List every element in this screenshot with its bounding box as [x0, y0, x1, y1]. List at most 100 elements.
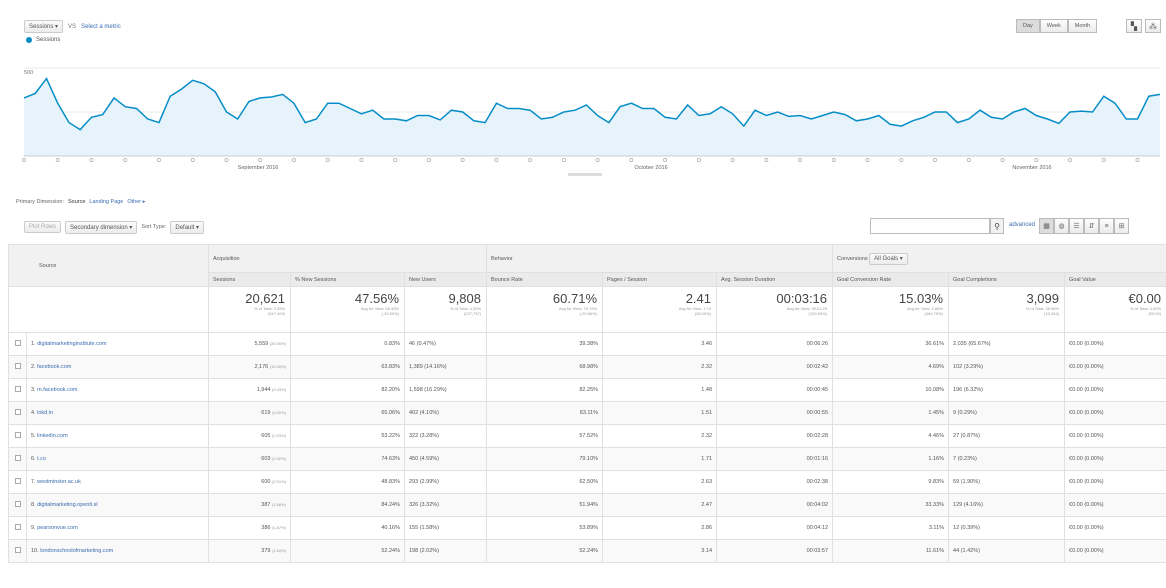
pie-view-icon[interactable]: ◍ [1054, 218, 1069, 234]
annotation-marker[interactable] [798, 158, 803, 162]
annotation-marker[interactable] [595, 158, 600, 162]
table-row[interactable]: 8. digitalmarketing.openlt.sl 387 (1.88%)… [8, 493, 1166, 517]
header-sessions[interactable]: Sessions [208, 272, 291, 287]
annotation-marker[interactable] [224, 158, 229, 162]
table-search-input[interactable] [870, 218, 990, 234]
table-row[interactable]: 6. t.co 603 (2.92%) 74.63% 450 (4.59%) 79.10… [8, 447, 1166, 471]
motion-chart-icon[interactable]: ⁂ [1145, 19, 1161, 33]
annotation-marker[interactable] [966, 158, 971, 162]
data-view-icon[interactable]: ▦ [1039, 218, 1054, 234]
row-checkbox[interactable] [14, 432, 21, 438]
annotation-marker[interactable] [157, 158, 161, 162]
table-row[interactable]: 3. m.facebook.com 1,944 (9.43%) 82.20% 1,59… [8, 378, 1166, 402]
annotation-marker[interactable] [528, 158, 533, 162]
secondary-dimension-dropdown[interactable]: Secondary dimension ▾ [65, 220, 138, 234]
source-link[interactable]: londonschoolofmarketing.com [40, 548, 113, 554]
annotation-marker[interactable] [561, 158, 566, 162]
term-cloud-icon[interactable]: ≡ [1099, 218, 1114, 234]
header-pages-session[interactable]: Pages / Session [602, 272, 718, 287]
sessions-cell: 619 (3.00%) [208, 401, 291, 425]
period-week-button[interactable]: Week [1039, 19, 1068, 33]
table-row[interactable]: 7. westminster.ac.uk 600 (2.91%) 48.83% 293… [8, 470, 1166, 494]
source-link[interactable]: facebook.com [37, 364, 71, 370]
row-checkbox[interactable] [14, 386, 21, 392]
source-link[interactable]: digitalmarketinginstitute.com [37, 341, 106, 347]
header-new-users[interactable]: New Users [403, 272, 488, 287]
pivot-view-icon[interactable]: ⊞ [1114, 218, 1129, 234]
source-link[interactable]: t.co [37, 456, 46, 462]
row-checkbox[interactable] [14, 340, 21, 346]
annotation-marker[interactable] [1068, 158, 1072, 162]
annotation-marker[interactable] [55, 158, 60, 162]
annotation-marker[interactable] [663, 158, 668, 162]
annotation-marker[interactable] [696, 158, 701, 162]
source-link[interactable]: linkedin.com [37, 433, 68, 439]
dimension-landing-page[interactable]: Landing Page [89, 199, 123, 205]
period-month-button[interactable]: Month [1067, 19, 1098, 33]
annotation-marker[interactable] [1135, 158, 1140, 162]
row-checkbox[interactable] [14, 409, 21, 415]
header-goal-conv-rate[interactable]: Goal Conversion Rate [832, 272, 950, 287]
table-row[interactable]: 2. facebook.com 2,176 (10.55%) 63.83% 1,389… [8, 355, 1166, 379]
row-checkbox[interactable] [14, 524, 21, 530]
source-link[interactable]: digitalmarketing.openlt.sl [37, 502, 98, 508]
annotation-marker[interactable] [1034, 158, 1039, 162]
row-checkbox[interactable] [14, 455, 21, 461]
table-row[interactable]: 4. lnkd.in 619 (3.00%) 65.06% 402 (4.10%) 83… [8, 401, 1166, 425]
source-link[interactable]: lnkd.in [37, 410, 53, 416]
source-link[interactable]: pearsonvue.com [37, 525, 78, 531]
table-row[interactable]: 9. pearsonvue.com 386 (1.87%) 40.16% 155 (1… [8, 516, 1166, 540]
goal-selector[interactable]: All Goals ▾ [869, 253, 908, 265]
select-metric-link[interactable]: Select a metric [81, 24, 121, 30]
advanced-filter-link[interactable]: advanced [1009, 222, 1035, 228]
line-chart-icon[interactable]: ▚ [1126, 19, 1142, 33]
annotation-marker[interactable] [629, 158, 634, 162]
table-row[interactable]: 5. linkedin.com 605 (2.93%) 53.22% 322 (3.2… [8, 424, 1166, 448]
annotation-marker[interactable] [899, 158, 904, 162]
annotation-marker[interactable] [359, 158, 364, 162]
annotation-marker[interactable] [22, 158, 26, 162]
annotation-marker[interactable] [764, 158, 769, 162]
pages-session-cell: 1.48 [602, 378, 718, 402]
source-link[interactable]: m.facebook.com [37, 387, 77, 393]
annotation-marker[interactable] [933, 158, 937, 162]
performance-view-icon[interactable]: ☰ [1069, 218, 1084, 234]
comparison-view-icon[interactable]: ⇵ [1084, 218, 1099, 234]
plot-rows-button[interactable]: Plot Rows [24, 221, 62, 233]
annotation-marker[interactable] [426, 158, 431, 162]
annotation-marker[interactable] [831, 158, 836, 162]
row-checkbox[interactable] [14, 478, 21, 484]
annotation-marker[interactable] [291, 158, 296, 162]
header-goal-completions[interactable]: Goal Completions [948, 272, 1066, 287]
annotation-marker[interactable] [258, 158, 263, 162]
header-avg-duration[interactable]: Avg. Session Duration [716, 272, 834, 287]
annotation-marker[interactable] [393, 158, 398, 162]
dimension-source[interactable]: Source [68, 199, 85, 205]
search-icon[interactable]: ⚲ [990, 218, 1004, 234]
annotation-marker[interactable] [730, 158, 735, 162]
annotation-marker[interactable] [865, 158, 870, 162]
row-checkbox[interactable] [14, 363, 21, 369]
source-header[interactable]: Source [8, 244, 209, 287]
annotation-marker[interactable] [460, 158, 465, 162]
header-pct-new-sessions[interactable]: % New Sessions [290, 272, 405, 287]
annotation-marker[interactable] [494, 158, 499, 162]
annotation-marker[interactable] [89, 158, 94, 162]
header-goal-value[interactable]: Goal Value [1064, 272, 1166, 287]
annotation-marker[interactable] [1000, 158, 1005, 162]
row-checkbox[interactable] [14, 547, 21, 553]
annotation-marker[interactable] [1101, 158, 1106, 162]
dimension-other[interactable]: Other ▸ [127, 199, 145, 205]
sort-type-dropdown[interactable]: Default ▾ [170, 220, 205, 234]
table-row[interactable]: 1. digitalmarketinginstitute.com 5,559 (2… [8, 332, 1166, 356]
period-day-button[interactable]: Day [1016, 19, 1040, 33]
header-bounce-rate[interactable]: Bounce Rate [486, 272, 604, 287]
metric-dropdown[interactable]: Sessions ▾ [24, 20, 64, 33]
chart-resize-handle[interactable] [568, 173, 602, 176]
table-row[interactable]: 10. londonschoolofmarketing.com 379 (1.84… [8, 539, 1166, 563]
row-checkbox[interactable] [14, 501, 21, 507]
annotation-marker[interactable] [123, 158, 128, 162]
source-link[interactable]: westminster.ac.uk [37, 479, 81, 485]
annotation-marker[interactable] [190, 158, 195, 162]
annotation-marker[interactable] [325, 158, 330, 162]
